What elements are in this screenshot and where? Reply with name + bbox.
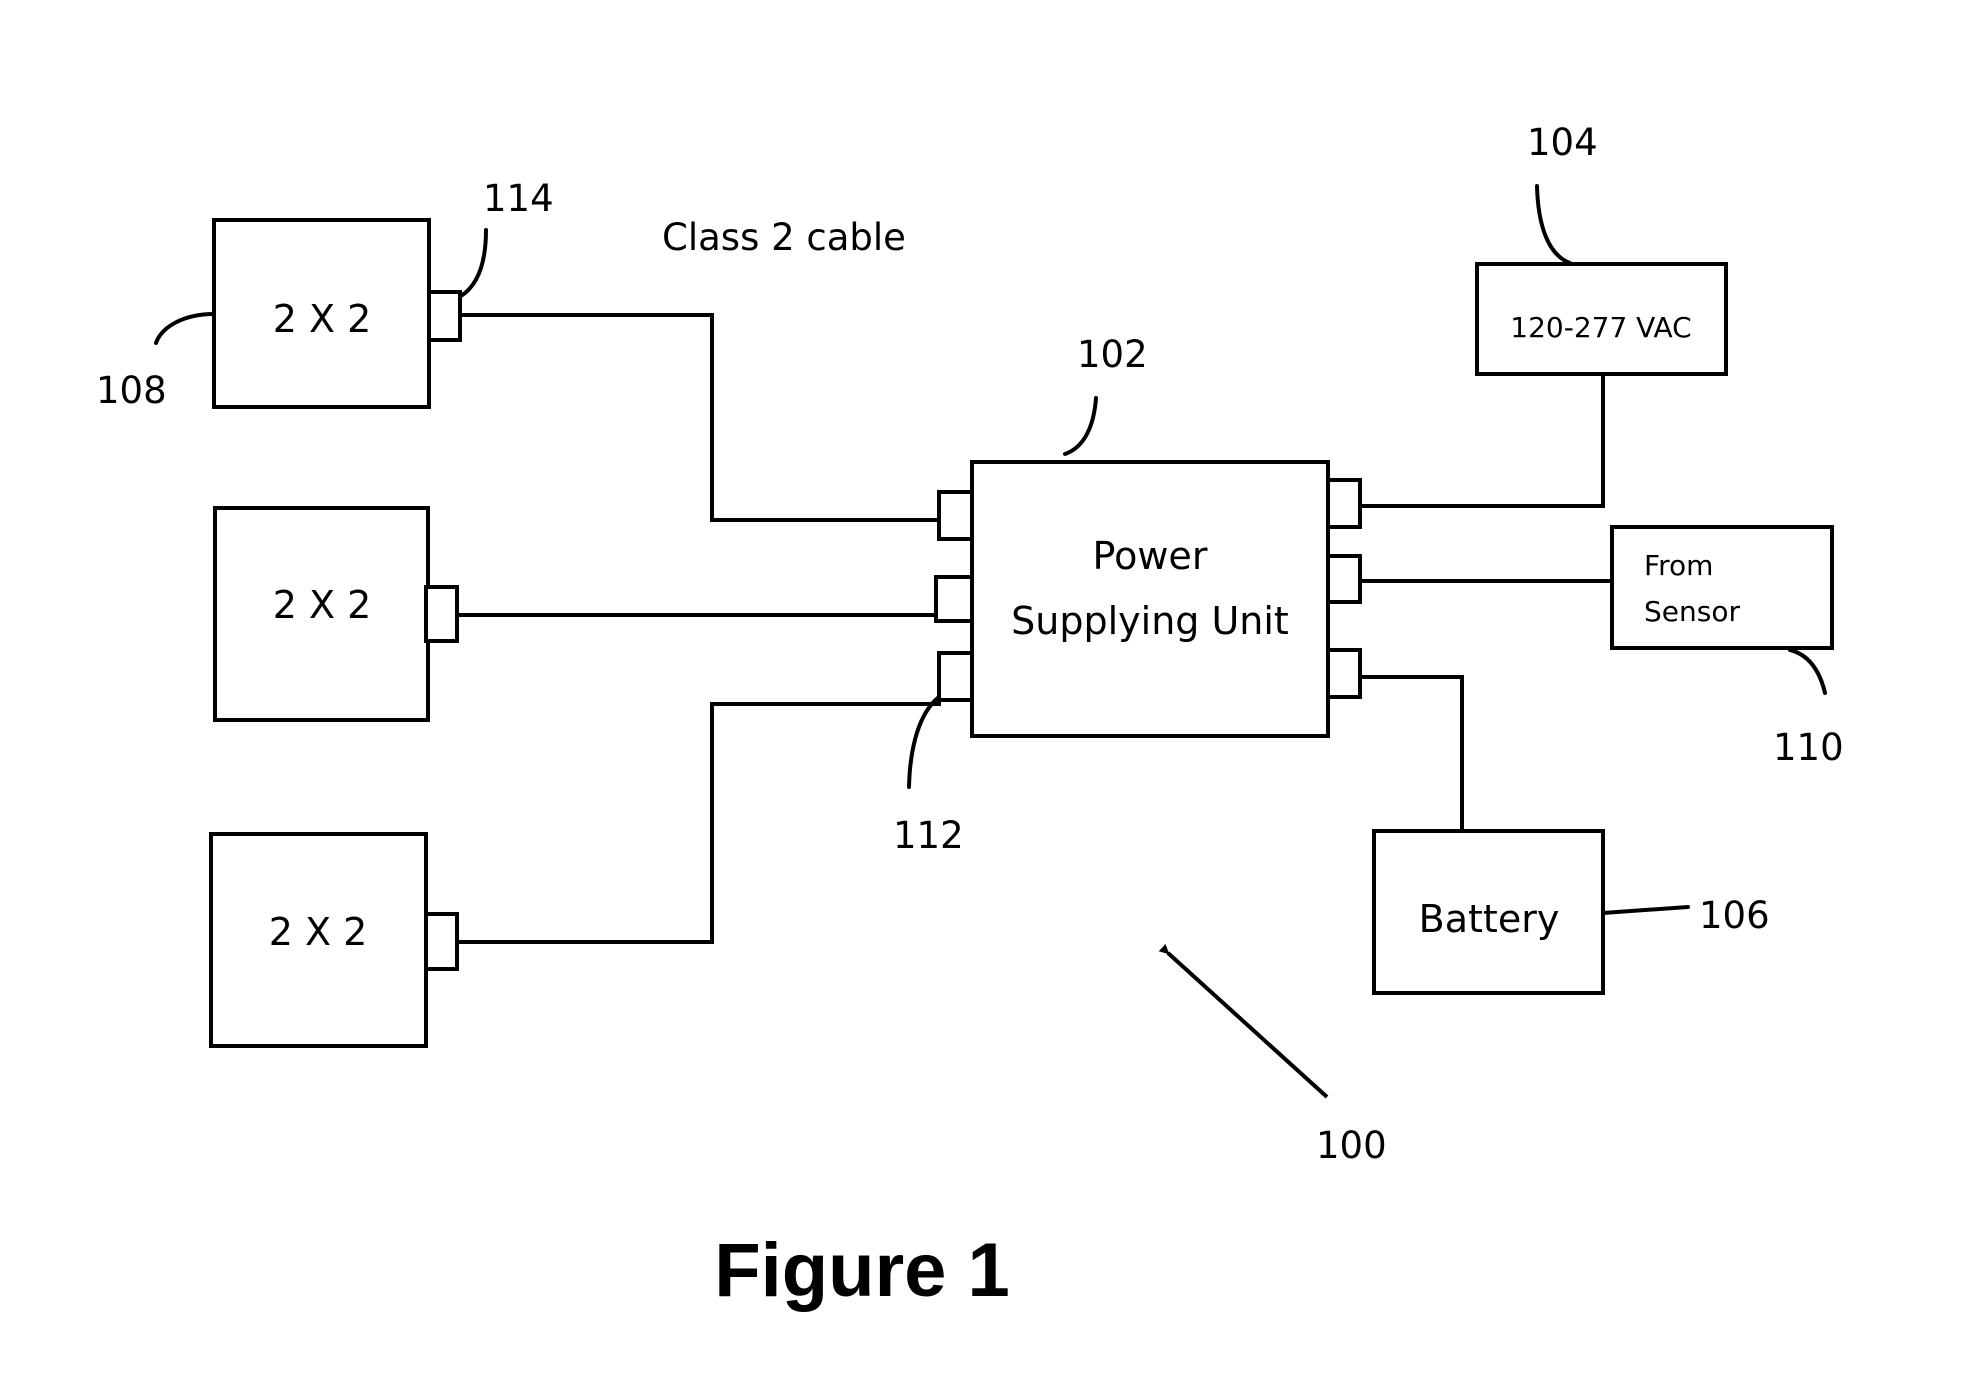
power-supplying-unit: Power Supplying Unit (934, 460, 1362, 738)
ref-114: 114 (483, 177, 554, 220)
psu-port-left-3 (937, 651, 974, 702)
system-arrow-icon (1158, 943, 1329, 1099)
battery-wire (1360, 675, 1464, 831)
ac-source: 120-277 VAC (1475, 262, 1728, 376)
battery: Battery (1372, 829, 1605, 995)
psu-port-right-2 (1326, 554, 1362, 604)
leader-102 (1063, 396, 1098, 456)
figure-caption: Figure 1 (714, 1228, 1010, 1313)
fixture-2x2-1: 2 X 2 (212, 218, 462, 409)
leader-108 (154, 312, 216, 345)
cable-label: Class 2 cable (662, 216, 906, 259)
class2-cable-fixture-3 (457, 677, 941, 944)
ref-108: 108 (96, 369, 167, 412)
sensor-box (1610, 525, 1834, 650)
psu-port-right-1 (1326, 478, 1362, 529)
fixture-label: 2 X 2 (273, 297, 372, 341)
fixture-label: 2 X 2 (273, 583, 372, 627)
leader-104 (1535, 184, 1572, 265)
ref-112: 112 (893, 814, 964, 857)
sensor-input: From Sensor (1610, 525, 1834, 650)
fixture-connector (424, 912, 459, 971)
sensor-label-line1: From (1644, 549, 1713, 582)
ref-100: 100 (1316, 1124, 1387, 1167)
ref-104: 104 (1527, 121, 1598, 164)
ref-110: 110 (1773, 726, 1844, 769)
psu-label-line2: Supplying Unit (1011, 599, 1289, 643)
psu-port-left-1 (937, 490, 974, 541)
psu-port-left-2 (934, 575, 974, 623)
ac-source-label: 120-277 VAC (1510, 311, 1691, 344)
psu-port-right-3 (1326, 648, 1362, 699)
psu-label-line1: Power (1093, 534, 1208, 578)
fixture-2x2-3: 2 X 2 (209, 832, 459, 1048)
class2-cable-fixture-1 (460, 313, 939, 522)
leader-114 (459, 228, 488, 298)
ac-input-wire (1360, 374, 1605, 508)
battery-label: Battery (1419, 897, 1560, 941)
ref-102: 102 (1077, 333, 1148, 376)
fixture-connector (427, 290, 462, 342)
sensor-label-line2: Sensor (1644, 595, 1740, 628)
fixture-2x2-2: 2 X 2 (213, 506, 459, 722)
fixture-connector (424, 585, 459, 643)
fixture-label: 2 X 2 (269, 910, 368, 954)
leader-110 (1788, 648, 1827, 695)
power-system-diagram: 2 X 2 2 X 2 2 X 2 Power Supplying Unit 1… (96, 121, 1844, 1313)
leader-106 (1601, 905, 1690, 915)
leader-112 (907, 695, 941, 789)
ref-106: 106 (1699, 894, 1770, 937)
